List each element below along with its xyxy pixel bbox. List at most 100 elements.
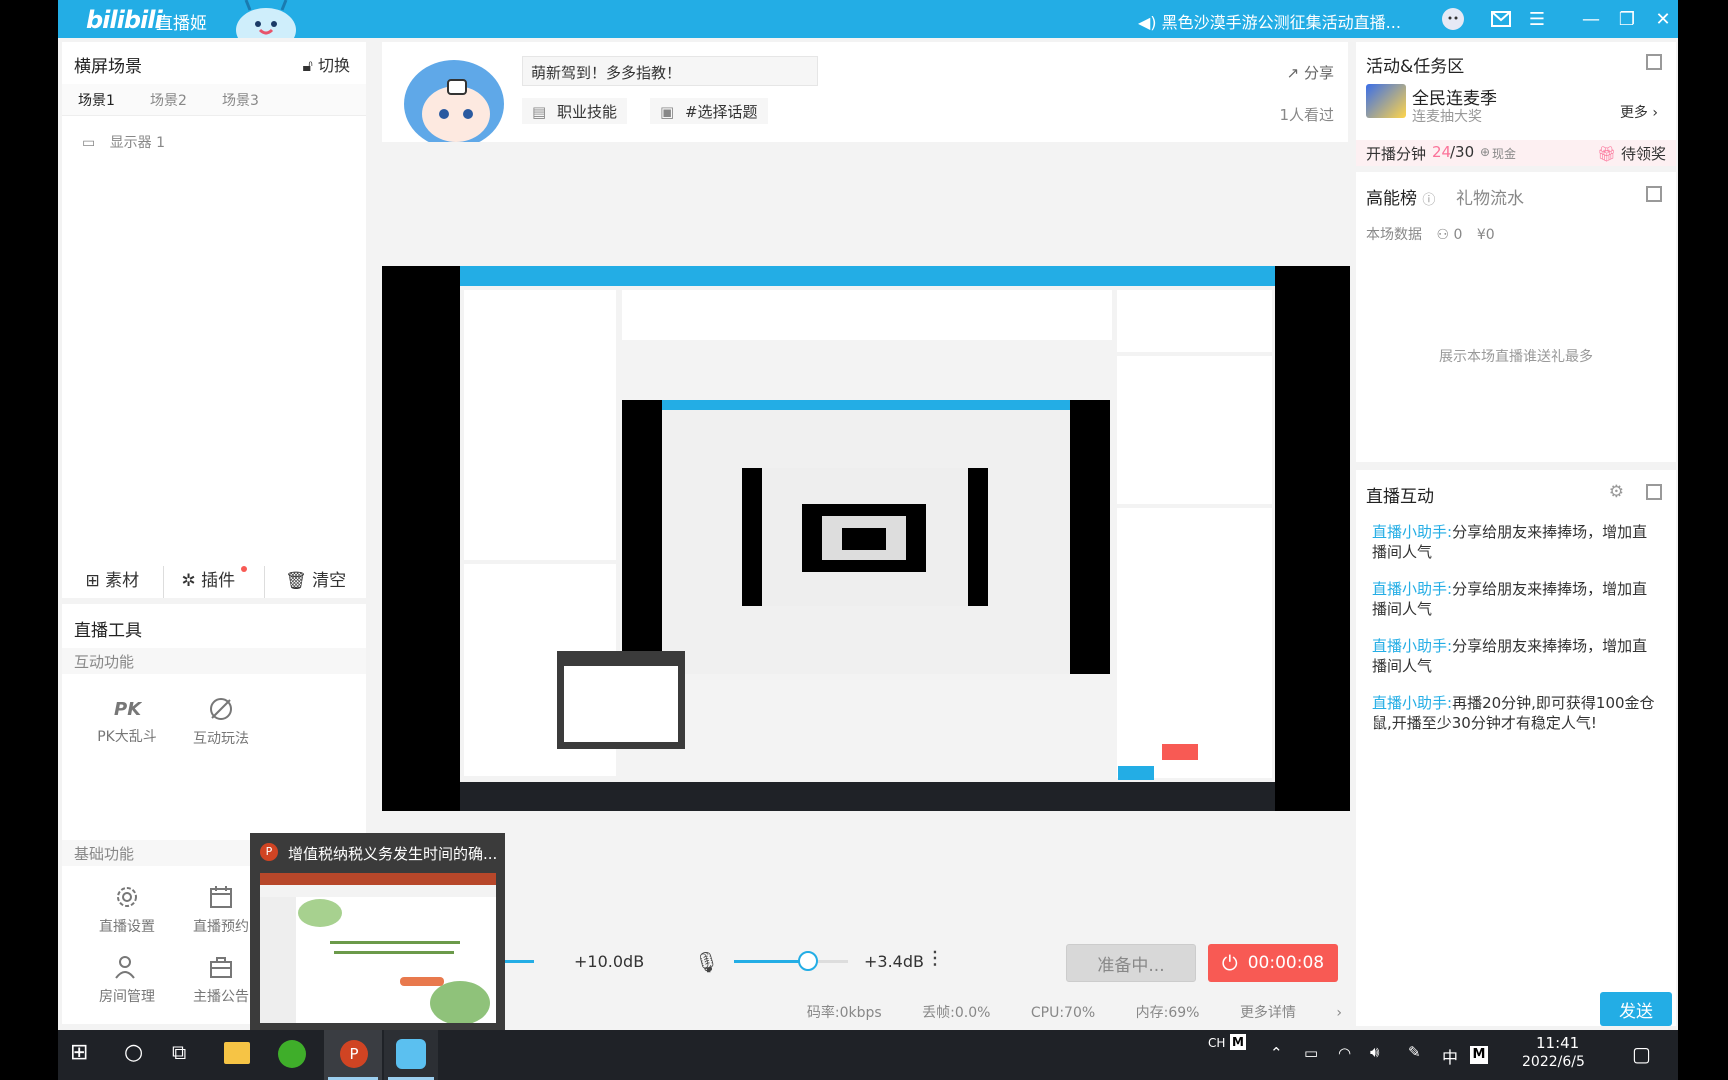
coin-icon: ⊕ (1480, 145, 1491, 159)
monitor-icon: ▭ (82, 135, 96, 151)
trash-icon: 🗑︎ (285, 571, 307, 591)
person-icon: ⚇ (1436, 227, 1450, 243)
live-settings-tool[interactable]: 直播设置 (82, 884, 172, 936)
gift-icon: 🎁︎ (1597, 145, 1617, 163)
mixer-icon[interactable]: ⫶ (932, 948, 938, 973)
ime-ch[interactable]: CH (1208, 1036, 1225, 1050)
material-button[interactable]: ⊞ 素材 (62, 566, 163, 598)
scene-tabs: 场景1 场景2 场景3 (62, 84, 366, 116)
interactive-header: 互动功能 (62, 648, 366, 674)
chevron-up-icon[interactable]: ⌃ (1270, 1044, 1283, 1062)
claim-button[interactable]: 🎁︎ 待领奖 (1597, 143, 1666, 164)
svg-text:PK: PK (114, 699, 142, 720)
more-details-link[interactable]: 更多详情 › (1240, 1005, 1342, 1021)
ime-m-badge[interactable]: M (1230, 1034, 1246, 1050)
share-button[interactable]: ↗ 分享 (1287, 62, 1334, 83)
file-explorer-icon[interactable] (224, 1042, 250, 1064)
source-actions: ⊞ 素材 ✲ 插件 🗑︎ 清空 (62, 566, 366, 598)
interactive-play-tool[interactable]: 互动玩法 (176, 696, 266, 748)
user-avatar[interactable] (1440, 6, 1466, 32)
mic-slider-handle[interactable] (798, 951, 819, 971)
room-title-input[interactable]: 萌新驾到！多多指教！ (522, 56, 818, 86)
notification-icon[interactable]: ▢ (1632, 1042, 1651, 1066)
app-name: 直播姬 (156, 14, 207, 34)
ime-mode-badge[interactable]: M (1470, 1046, 1488, 1064)
close-icon[interactable]: ✕ (1650, 6, 1676, 32)
chat-message: 直播小助手:再播20分钟,即可获得100金仓鼠,开播至少30分钟才有稳定人气! (1372, 694, 1655, 732)
language-indicator[interactable]: 中 (1442, 1044, 1458, 1068)
prepare-button[interactable]: 准备中... (1066, 944, 1196, 982)
start-windows-icon[interactable]: ⊞ (70, 1040, 88, 1065)
event-banner-icon[interactable] (1366, 84, 1406, 118)
pk-tool[interactable]: PK PK大乱斗 (82, 696, 172, 746)
chevron-right-icon: › (1652, 105, 1658, 121)
microphone-icon[interactable]: 🎙︎ (694, 950, 719, 974)
help-icon[interactable]: ⓘ (1422, 193, 1435, 208)
session-stats: 本场数据 ⚇ 0 ¥0 (1366, 227, 1495, 243)
plugin-button[interactable]: ✲ 插件 (162, 566, 266, 598)
send-button[interactable]: 发送 (1600, 992, 1672, 1026)
rank-panel: 高能榜 ⓘ 礼物流水 本场数据 ⚇ 0 ¥0 展示本场直播谁送礼最多 (1356, 172, 1676, 462)
search-circle-icon[interactable]: ○ (124, 1040, 143, 1065)
menu-icon[interactable]: ☰ (1524, 6, 1550, 32)
tab-scene-2[interactable]: 场景2 (150, 90, 187, 110)
switch-button[interactable]: 🔓︎ 切换 (303, 52, 350, 76)
briefcase-icon (210, 957, 232, 978)
rank-title[interactable]: 高能榜 ⓘ (1366, 184, 1435, 209)
topic-tag[interactable]: ▣ #选择话题 (650, 98, 768, 124)
stop-live-button[interactable]: ⏻ 00:00:08 (1208, 944, 1338, 982)
puzzle-icon: ✲ (181, 571, 196, 591)
room-info-bar: 萌新驾到！多多指教！ ▤ 职业技能 ▣ #选择话题 ↗ 分享 1人看过 (382, 42, 1348, 142)
bilibili-live-taskbar-button[interactable] (384, 1030, 438, 1080)
popout-icon[interactable] (1646, 186, 1662, 202)
source-item-display[interactable]: ▭ 显示器 1 (82, 132, 165, 152)
room-cover-avatar[interactable] (392, 50, 510, 142)
activity-panel: 活动&任务区 全民连麦季 连麦抽大奖 更多 › 开播分钟 24 /30 ⊕ 现金… (1356, 42, 1676, 166)
scene-panel: 横屏场景 🔓︎ 切换 场景1 场景2 场景3 ▭ 显示器 1 ⊞ 素材 ✲ 插件 (62, 42, 366, 598)
room-management-tool[interactable]: 房间管理 (82, 954, 172, 1006)
tools-title: 直播工具 (74, 621, 142, 641)
pk-icon: PK (114, 699, 142, 720)
task-label: 开播分钟 (1366, 145, 1427, 163)
mic-volume-fill (734, 960, 809, 963)
plugin-dot-badge (240, 566, 247, 572)
clock-date[interactable]: 2022/6/5 (1522, 1054, 1585, 1070)
powerpoint-taskbar-button[interactable]: P (324, 1030, 382, 1080)
taskbar-thumbnail-popup[interactable]: P 增值税纳税义务发生时间的确... (250, 833, 505, 1030)
popup-title: 增值税纳税义务发生时间的确... (288, 845, 498, 863)
clear-button[interactable]: 🗑︎ 清空 (265, 566, 366, 598)
gamepad-icon (210, 698, 232, 720)
interaction-panel: 直播互动 ⚙ 直播小助手:分享给朋友来捧捧场，增加直播间人气 直播小助手:分享给… (1356, 470, 1676, 1026)
mail-icon[interactable] (1488, 6, 1514, 32)
app-logo: bilibili (86, 6, 163, 34)
stream-stats: 码率:0kbps 丢帧:0.0% CPU:70% 内存:69% 更多详情 › (807, 1002, 1342, 1022)
pen-icon[interactable]: ✎ (1408, 1043, 1421, 1061)
live-preview[interactable] (382, 266, 1350, 811)
battery-icon[interactable]: ▭ (1304, 1044, 1318, 1062)
tab-gift-flow[interactable]: 礼物流水 (1456, 184, 1524, 209)
tab-scene-3[interactable]: 场景3 (222, 90, 259, 110)
task-view-icon[interactable]: ⧉ (172, 1040, 186, 1064)
activity-title: 活动&任务区 (1366, 57, 1465, 77)
memory-stat: 内存:69% (1135, 1005, 1200, 1021)
settings-gear-icon[interactable]: ⚙ (1609, 482, 1624, 502)
minimize-icon[interactable]: — (1578, 6, 1604, 32)
notice-text[interactable]: ◀) 黑色沙漠手游公测征集活动直播... (1138, 9, 1401, 33)
skill-tag[interactable]: ▤ 职业技能 (522, 98, 627, 124)
task-reward: 现金 (1492, 147, 1517, 161)
wifi-icon[interactable]: ◠ (1338, 1044, 1351, 1062)
restore-icon[interactable]: ❐ (1614, 6, 1640, 32)
slide-thumbnail (260, 873, 496, 1023)
scene-title: 横屏场景 (74, 57, 142, 77)
tab-scene-1[interactable]: 场景1 (78, 90, 115, 110)
power-icon: ⏻ (1221, 951, 1238, 975)
event-sub: 连麦抽大奖 (1412, 109, 1482, 125)
volume-icon[interactable]: 🔊︎ (1370, 1043, 1379, 1061)
popout-icon[interactable] (1646, 54, 1662, 70)
popout-icon[interactable] (1646, 484, 1662, 500)
browser-icon[interactable] (278, 1040, 306, 1068)
more-link[interactable]: 更多 › (1620, 102, 1658, 122)
mic-volume-slider[interactable] (734, 951, 848, 971)
gear-icon (117, 887, 137, 907)
clock-time[interactable]: 11:41 (1536, 1034, 1579, 1052)
